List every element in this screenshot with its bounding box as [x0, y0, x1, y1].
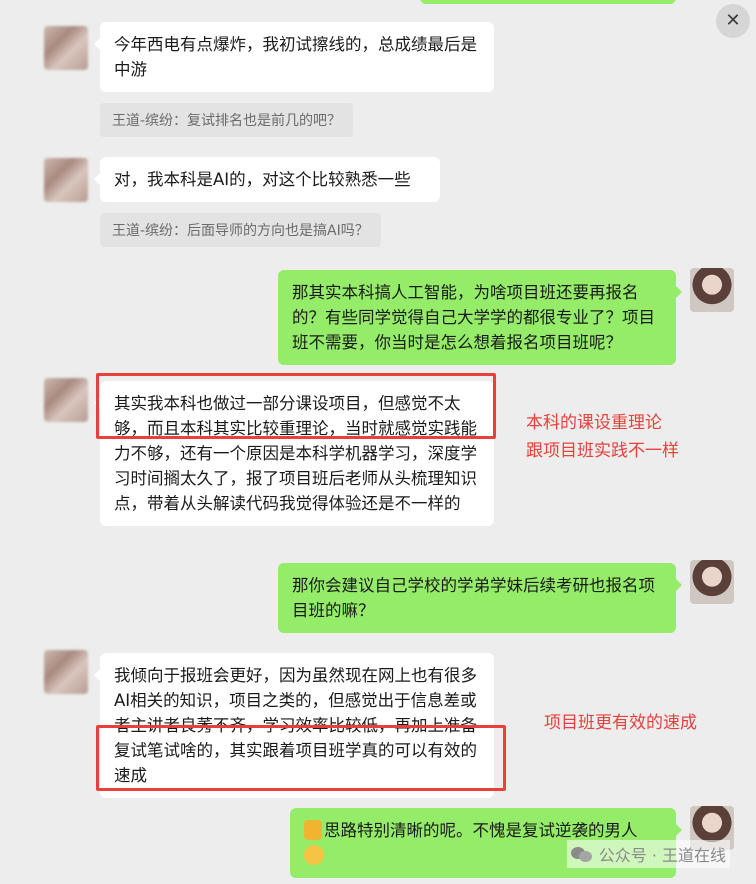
message-bubble: 今年西电有点爆炸，我初试擦线的，总成绩最后是中游: [94, 22, 494, 92]
annotation-line: 本科的课设重理论: [526, 413, 662, 433]
close-icon[interactable]: ✕: [716, 4, 750, 38]
quoted-message[interactable]: 王道-缤纷：后面导师的方向也是搞AI吗？: [100, 213, 381, 247]
message-bubble: 那其实本科搞人工智能，为啥项目班还要再报名的？有些同学觉得自己大学学的都很专业了…: [278, 270, 682, 365]
avatar[interactable]: [44, 378, 88, 422]
avatar[interactable]: [44, 158, 88, 202]
annotation-line: 跟项目班实践不一样: [526, 441, 679, 461]
wechat-icon: [570, 845, 593, 863]
thumbs-up-icon: [304, 820, 322, 840]
annotation-label: 项目班更有效的速成: [544, 713, 697, 733]
watermark-text: 公众号 · 王道在线: [598, 846, 726, 865]
avatar[interactable]: [44, 650, 88, 694]
highlight-box: [96, 725, 506, 791]
message-text: 思路特别清晰的呢。不愧是复试逆袭的男人: [324, 821, 638, 840]
grin-emoji-icon: [304, 845, 324, 865]
avatar[interactable]: [690, 268, 734, 312]
message-bubble: 对，我本科是AI的，对这个比较熟悉一些: [94, 157, 440, 202]
message-bubble: 那你会建议自己学校的学弟学妹后续考研也报名项目班的嘛？: [278, 563, 682, 633]
previous-message-bubble: [420, 0, 676, 4]
quoted-message[interactable]: 王道-缤纷：复试排名也是前几的吧？: [100, 103, 354, 137]
highlight-box: [96, 373, 496, 439]
watermark: 公众号 · 王道在线: [566, 840, 730, 868]
avatar[interactable]: [690, 560, 734, 604]
avatar[interactable]: [44, 26, 88, 70]
